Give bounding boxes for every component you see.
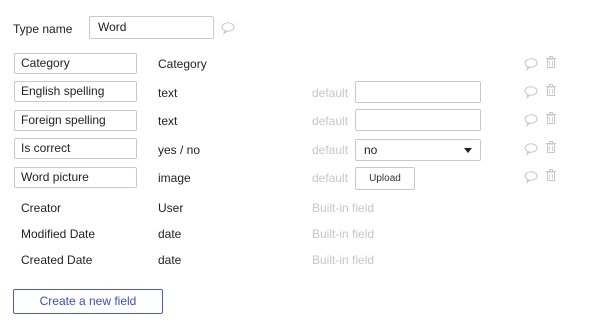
field-name-category[interactable]: Category: [14, 53, 137, 74]
default-label: default: [312, 143, 349, 157]
default-label: default: [312, 171, 349, 185]
builtin-field-note: Built-in field: [312, 227, 375, 241]
default-label: default: [312, 114, 349, 128]
comment-icon[interactable]: [524, 57, 538, 71]
type-name-input[interactable]: Word: [89, 16, 214, 39]
builtin-field-note: Built-in field: [312, 253, 375, 267]
builtin-field-name: Modified Date: [21, 227, 96, 241]
builtin-field-type: date: [158, 227, 182, 241]
caret-down-icon: [464, 148, 472, 153]
comment-icon[interactable]: [221, 21, 235, 35]
trash-icon[interactable]: [544, 111, 558, 125]
trash-icon[interactable]: [544, 140, 558, 154]
trash-icon[interactable]: [544, 55, 558, 69]
builtin-field-note: Built-in field: [312, 201, 375, 215]
field-type-is-correct: yes / no: [158, 143, 201, 157]
comment-icon[interactable]: [524, 170, 538, 184]
field-name-is-correct[interactable]: Is correct: [14, 138, 137, 159]
upload-button[interactable]: Upload: [355, 167, 415, 190]
comment-icon[interactable]: [524, 113, 538, 127]
create-new-field-button[interactable]: Create a new field: [13, 289, 163, 314]
builtin-field-type: User: [158, 201, 184, 215]
field-type-foreign-spelling: text: [158, 114, 178, 128]
trash-icon[interactable]: [544, 83, 558, 97]
field-name-foreign-spelling[interactable]: Foreign spelling: [14, 110, 137, 131]
builtin-field-name: Created Date: [21, 253, 93, 267]
default-value-input-english-spelling[interactable]: [355, 81, 481, 103]
builtin-field-name: Creator: [21, 201, 62, 215]
builtin-field-type: date: [158, 253, 182, 267]
field-type-english-spelling: text: [158, 86, 178, 100]
default-value-input-foreign-spelling[interactable]: [355, 109, 481, 131]
field-type-word-picture: image: [158, 171, 191, 185]
type-name-label: Type name: [13, 22, 73, 36]
default-label: default: [312, 86, 349, 100]
select-value: no: [364, 143, 378, 157]
default-value-select-is-correct[interactable]: no: [355, 139, 481, 161]
field-type-category: Category: [158, 57, 207, 71]
comment-icon[interactable]: [524, 142, 538, 156]
trash-icon[interactable]: [544, 168, 558, 182]
field-name-english-spelling[interactable]: English spelling: [14, 81, 137, 102]
field-name-word-picture[interactable]: Word picture: [14, 167, 137, 188]
comment-icon[interactable]: [524, 85, 538, 99]
